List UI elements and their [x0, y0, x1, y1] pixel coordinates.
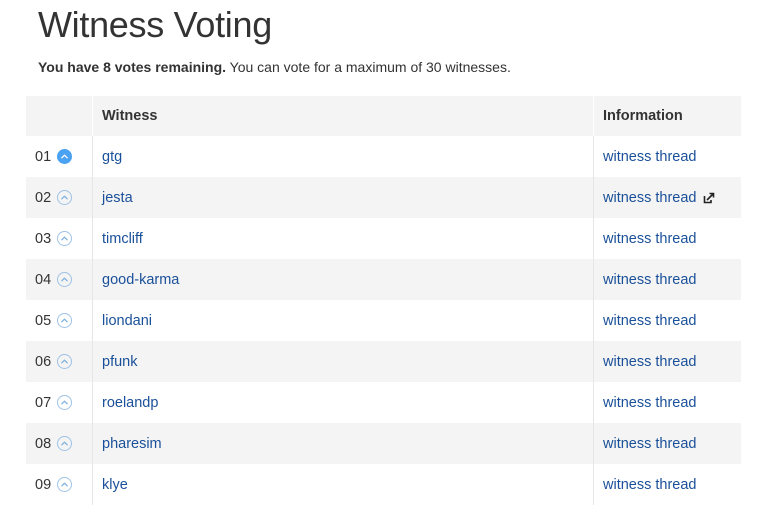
vote-button[interactable]: [57, 354, 72, 369]
external-link-icon: [703, 192, 715, 204]
witness-cell: gtg: [93, 136, 594, 177]
chevron-up-icon: [60, 152, 69, 161]
chevron-up-icon: [60, 398, 69, 407]
rank-number: 05: [35, 312, 52, 329]
witness-name-link[interactable]: good-karma: [102, 272, 179, 288]
rank-number: 07: [35, 394, 52, 411]
witness-cell: good-karma: [93, 259, 594, 300]
rank-number: 02: [35, 189, 52, 206]
witness-cell: jesta: [93, 177, 594, 218]
votes-max-text: You can vote for a maximum of 30 witness…: [226, 59, 511, 75]
header-witness: Witness: [93, 96, 594, 136]
witness-thread-link[interactable]: witness thread: [603, 477, 697, 493]
witness-thread-link[interactable]: witness thread: [603, 354, 697, 370]
witness-name-link[interactable]: roelandp: [102, 395, 158, 411]
witness-cell: klye: [93, 464, 594, 505]
witness-name-link[interactable]: jesta: [102, 190, 133, 206]
chevron-up-icon: [60, 480, 69, 489]
information-cell: witness thread: [594, 259, 741, 300]
witness-name-link[interactable]: gtg: [102, 149, 122, 165]
table-row: 07 roelandp witness thread: [26, 382, 741, 423]
rank-number: 04: [35, 271, 52, 288]
table-row: 08 pharesim witness thread: [26, 423, 741, 464]
chevron-up-icon: [60, 234, 69, 243]
rank-cell: 08: [26, 423, 93, 464]
rank-number: 09: [35, 476, 52, 493]
information-cell: witness thread: [594, 341, 741, 382]
vote-button[interactable]: [57, 313, 72, 328]
table-row: 03 timcliff witness thread: [26, 218, 741, 259]
witness-cell: roelandp: [93, 382, 594, 423]
rank-number: 01: [35, 148, 52, 165]
chevron-up-icon: [60, 439, 69, 448]
votes-remaining-bold: You have 8 votes remaining.: [38, 59, 227, 75]
witness-cell: pharesim: [93, 423, 594, 464]
witness-thread-link[interactable]: witness thread: [603, 313, 697, 329]
vote-button[interactable]: [57, 190, 72, 205]
rank-number: 06: [35, 353, 52, 370]
vote-button[interactable]: [57, 395, 72, 410]
rank-cell: 01: [26, 136, 93, 177]
witness-thread-link[interactable]: witness thread: [603, 149, 697, 165]
page-title: Witness Voting: [38, 4, 272, 45]
witness-cell: pfunk: [93, 341, 594, 382]
vote-button[interactable]: [57, 436, 72, 451]
witness-name-link[interactable]: klye: [102, 477, 128, 493]
header-information: Information: [603, 108, 683, 124]
table-row: 01 gtg witness thread: [26, 136, 741, 177]
header-rank: [26, 96, 93, 136]
witness-table: Witness Information 01 gtg witness thread 0…: [26, 96, 741, 505]
table-row: 04 good-karma witness thread: [26, 259, 741, 300]
witness-thread-link[interactable]: witness thread: [603, 231, 697, 247]
witness-thread-link[interactable]: witness thread: [603, 436, 697, 452]
chevron-up-icon: [60, 193, 69, 202]
witness-cell: liondani: [93, 300, 594, 341]
witness-thread-link[interactable]: witness thread: [603, 395, 697, 411]
table-row: 05 liondani witness thread: [26, 300, 741, 341]
rank-cell: 02: [26, 177, 93, 218]
vote-button[interactable]: [57, 272, 72, 287]
witness-cell: timcliff: [93, 218, 594, 259]
rank-cell: 04: [26, 259, 93, 300]
information-cell: witness thread: [594, 464, 741, 505]
information-cell: witness thread: [594, 177, 741, 218]
chevron-up-icon: [60, 275, 69, 284]
information-cell: witness thread: [594, 300, 741, 341]
information-cell: witness thread: [594, 382, 741, 423]
information-cell: witness thread: [594, 136, 741, 177]
witness-name-link[interactable]: timcliff: [102, 231, 143, 247]
information-cell: witness thread: [594, 218, 741, 259]
vote-button[interactable]: [57, 149, 72, 164]
rank-number: 08: [35, 435, 52, 452]
rank-cell: 05: [26, 300, 93, 341]
vote-button[interactable]: [57, 477, 72, 492]
votes-remaining-text: You have 8 votes remaining. You can vote…: [38, 59, 511, 75]
rank-cell: 03: [26, 218, 93, 259]
table-row: 06 pfunk witness thread: [26, 341, 741, 382]
table-header: Witness Information: [26, 96, 741, 136]
witness-name-link[interactable]: liondani: [102, 313, 152, 329]
information-cell: witness thread: [594, 423, 741, 464]
witness-thread-link[interactable]: witness thread: [603, 272, 697, 288]
witness-name-link[interactable]: pharesim: [102, 436, 162, 452]
witness-name-link[interactable]: pfunk: [102, 354, 137, 370]
witness-thread-link[interactable]: witness thread: [603, 190, 697, 206]
chevron-up-icon: [60, 316, 69, 325]
rank-cell: 06: [26, 341, 93, 382]
rank-cell: 09: [26, 464, 93, 505]
rank-number: 03: [35, 230, 52, 247]
vote-button[interactable]: [57, 231, 72, 246]
table-row: 02 jesta witness thread: [26, 177, 741, 218]
rank-cell: 07: [26, 382, 93, 423]
chevron-up-icon: [60, 357, 69, 366]
table-row: 09 klye witness thread: [26, 464, 741, 505]
